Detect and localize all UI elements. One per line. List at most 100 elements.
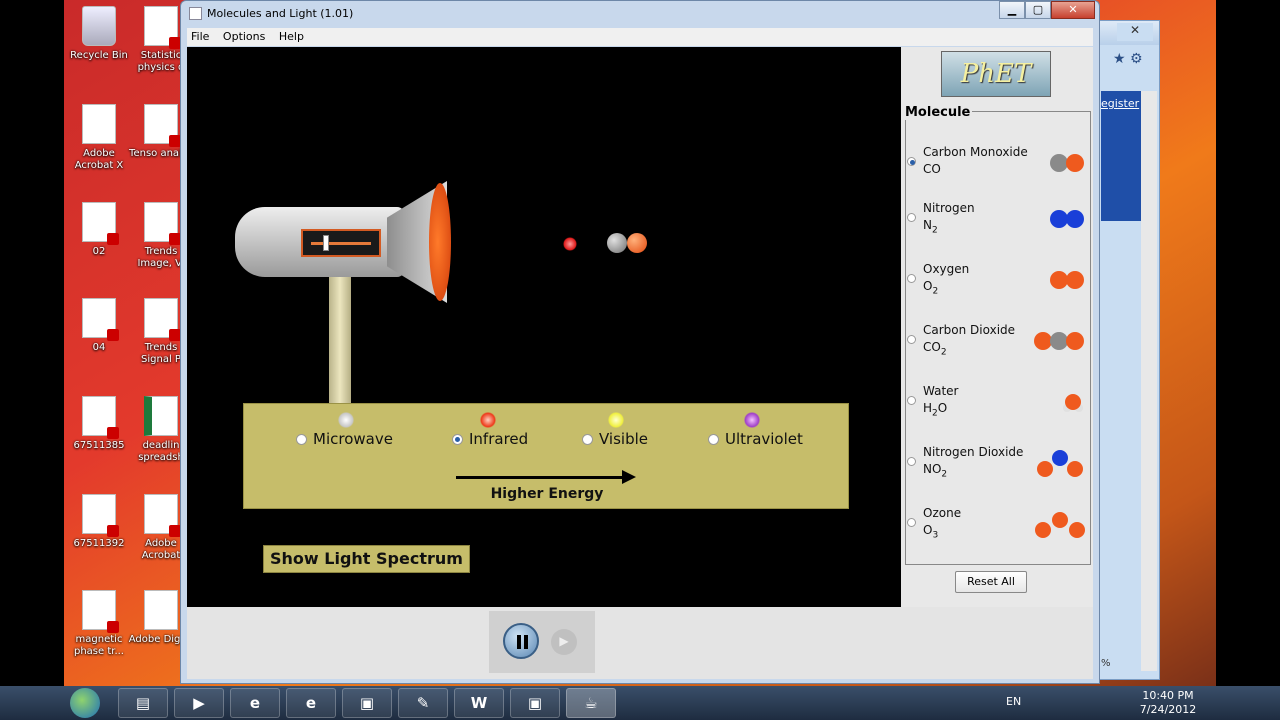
co2-radio[interactable] [907, 335, 916, 344]
phet-app-window: Molecules and Light (1.01) ▁ ▢ ✕ File Op… [180, 0, 1100, 684]
windows-taskbar: ▤ ▶ e e ▣ ✎ W ▣ ☕ EN 10:40 PM 7/24/2012 [0, 686, 1280, 720]
emission-rate-slider[interactable] [301, 229, 381, 257]
arrow-right-icon [622, 470, 636, 484]
pdf-icon [82, 396, 119, 439]
simulation-canvas[interactable]: Microwave Infrared Visible Ultraviolet H… [187, 47, 901, 607]
window-titlebar: Molecules and Light (1.01) ▁ ▢ ✕ [181, 1, 1099, 27]
no2-radio[interactable] [907, 457, 916, 466]
molecule-option-co2[interactable]: Carbon Dioxide CO2 [907, 319, 1087, 375]
background-page-header [1101, 91, 1141, 221]
infrared-icon [480, 412, 496, 428]
microwave-radio[interactable] [296, 433, 307, 445]
menu-help[interactable]: Help [275, 28, 308, 45]
slider-track [311, 242, 371, 245]
desktop-icon-file[interactable]: 02 [66, 202, 132, 258]
explorer-taskbar-icon[interactable]: ▤ [118, 688, 168, 718]
media-player-taskbar-icon[interactable]: ▶ [174, 688, 224, 718]
infrared-option[interactable]: Infrared [452, 430, 528, 448]
excel-icon [144, 396, 178, 436]
clock-date: 7/24/2012 [1139, 703, 1197, 716]
molecule-option-o2[interactable]: Oxygen O2 [907, 258, 1087, 314]
system-tray: EN 10:40 PM 7/24/2012 [1000, 686, 1210, 720]
higher-energy-label: Higher Energy [490, 486, 604, 502]
molecule-legend: Molecule [903, 105, 973, 120]
maximize-button[interactable]: ▢ [1025, 1, 1051, 19]
pdf-icon [144, 6, 181, 49]
co-radio[interactable] [907, 157, 916, 166]
molecule-option-n2[interactable]: Nitrogen N2 [907, 197, 1087, 253]
language-indicator[interactable]: EN [1006, 695, 1021, 708]
ultraviolet-option[interactable]: Ultraviolet [708, 430, 803, 448]
n2-radio[interactable] [907, 213, 916, 222]
acrobat-icon [82, 104, 116, 144]
zoom-level[interactable]: % [1101, 658, 1111, 669]
desktop-icon-acrobat[interactable]: Adobe Acrobat X [66, 104, 132, 172]
pdf-icon [144, 202, 181, 245]
o2-molecule-icon [1050, 271, 1084, 289]
o2-radio[interactable] [907, 274, 916, 283]
word-taskbar-icon[interactable]: W [454, 688, 504, 718]
molecule-option-co[interactable]: Carbon Monoxide CO [907, 141, 1087, 197]
close-button[interactable]: ✕ [1051, 1, 1095, 19]
desktop-icon-file[interactable]: 04 [66, 298, 132, 354]
o3-radio[interactable] [907, 518, 916, 527]
window-title: Molecules and Light (1.01) [207, 7, 354, 20]
star-gear-icons[interactable]: ★ ⚙ [1113, 51, 1143, 67]
infrared-radio[interactable] [452, 433, 463, 445]
recycle-bin-icon [82, 6, 116, 46]
background-window-close-icon[interactable]: ✕ [1117, 23, 1153, 41]
molecule-control-panel: PhET Molecule Carbon Monoxide CO Nitroge… [901, 47, 1093, 607]
java-taskbar-icon[interactable]: ☕ [566, 688, 616, 718]
ie-taskbar-icon[interactable]: e [230, 688, 280, 718]
co2-molecule-icon [1034, 332, 1084, 350]
pdf-icon [82, 494, 119, 537]
console-taskbar-icon[interactable]: ▣ [342, 688, 392, 718]
reset-all-button[interactable]: Reset All [955, 571, 1027, 593]
h2o-radio[interactable] [907, 396, 916, 405]
pdf-icon [82, 298, 119, 341]
document-taskbar-icon[interactable]: ✎ [398, 688, 448, 718]
pause-icon[interactable] [503, 623, 539, 659]
desktop-icon-recycle-bin[interactable]: Recycle Bin [66, 6, 132, 62]
minimize-button[interactable]: ▁ [999, 1, 1025, 19]
emitter-stand [329, 275, 351, 405]
pdf-icon [82, 202, 119, 245]
ie-window-taskbar-icon[interactable]: e [286, 688, 336, 718]
pdf-icon [144, 494, 181, 537]
carbon-atom [607, 233, 627, 253]
molecule-option-no2[interactable]: Nitrogen Dioxide NO2 [907, 441, 1087, 497]
background-browser-window[interactable]: ✕ ★ ⚙ egister % [1096, 20, 1160, 680]
energy-arrow [456, 476, 626, 479]
microwave-icon [338, 412, 354, 428]
microwave-option[interactable]: Microwave [296, 430, 393, 448]
app-icon [144, 590, 178, 630]
emitter-mouth [429, 183, 451, 301]
clock[interactable]: 10:40 PM 7/24/2012 [1138, 689, 1198, 717]
menu-options[interactable]: Options [219, 28, 269, 45]
register-link[interactable]: egister [1101, 97, 1139, 110]
visible-option[interactable]: Visible [582, 430, 648, 448]
desktop-icon-file[interactable]: 67511392 [66, 494, 132, 550]
start-button[interactable] [70, 688, 100, 718]
phet-logo[interactable]: PhET [941, 51, 1051, 97]
step-forward-icon[interactable]: ▶ [551, 629, 577, 655]
pdf-icon [82, 590, 119, 633]
pdf-icon [144, 104, 181, 147]
show-light-spectrum-button[interactable]: Show Light Spectrum [263, 545, 470, 573]
slider-knob[interactable] [323, 235, 329, 251]
clock-time: 10:40 PM [1142, 689, 1194, 702]
app-icon [189, 7, 202, 20]
clock-control-area: ▶ [187, 607, 1093, 679]
left-black-border [0, 0, 64, 686]
visible-radio[interactable] [582, 433, 593, 445]
menu-file[interactable]: File [187, 28, 213, 45]
molecule-option-o3[interactable]: Ozone O3 [907, 502, 1087, 558]
desktop-icon-file[interactable]: magnetic phase tr... [66, 590, 132, 658]
n2-molecule-icon [1050, 210, 1084, 228]
ultraviolet-radio[interactable] [708, 433, 719, 445]
molecule-option-h2o[interactable]: Water H2O [907, 380, 1087, 436]
background-scrollbar[interactable] [1141, 91, 1157, 671]
desktop-icon-file[interactable]: 67511385 [66, 396, 132, 452]
menu-bar: File Options Help [187, 28, 1093, 46]
app-taskbar-icon[interactable]: ▣ [510, 688, 560, 718]
